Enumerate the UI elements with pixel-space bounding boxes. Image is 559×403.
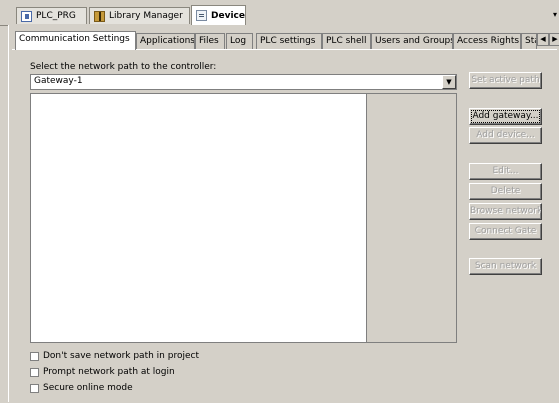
editor-tab-bar: PLC_PRG Library Manager Device ▾	[0, 0, 559, 26]
checkbox-box[interactable]	[30, 367, 39, 377]
checkbox-box[interactable]	[30, 351, 39, 361]
tab-plc-settings[interactable]: PLC settings	[256, 33, 322, 49]
editor-tab-label: PLC_PRG	[36, 11, 76, 21]
tab-files[interactable]: Files	[195, 33, 225, 49]
checkbox-label: Prompt network path at login	[43, 367, 175, 377]
checkbox-label: Secure online mode	[43, 383, 133, 393]
library-icon	[94, 10, 105, 22]
tab-plc-shell[interactable]: PLC shell	[322, 33, 371, 49]
device-page-tabs: Communication Settings Applications File…	[10, 31, 559, 50]
dont-save-network-path-checkbox[interactable]: Don't save network path in project	[30, 351, 199, 361]
connect-gateway-button[interactable]: Connect Gate	[469, 223, 542, 240]
tab-applications[interactable]: Applications	[136, 33, 195, 49]
checkbox-box[interactable]	[30, 383, 39, 393]
editor-tab-library-manager[interactable]: Library Manager	[89, 7, 190, 24]
browse-network-button[interactable]: Browse network	[469, 203, 542, 220]
device-detail-pane	[367, 93, 457, 343]
delete-button[interactable]: Delete	[469, 183, 542, 200]
device-icon	[196, 10, 207, 21]
combo-dropdown-icon[interactable]: ▼	[442, 75, 456, 89]
add-device-button[interactable]: Add device...	[469, 127, 542, 144]
network-path-combo[interactable]: Gateway-1 ▼	[30, 74, 457, 90]
tab-communication-settings[interactable]: Communication Settings	[15, 31, 136, 50]
editor-tab-device[interactable]: Device	[191, 5, 246, 25]
network-path-value: Gateway-1	[34, 76, 83, 86]
secure-online-mode-checkbox[interactable]: Secure online mode	[30, 383, 133, 393]
set-active-path-button[interactable]: Set active path	[469, 72, 542, 89]
edit-button[interactable]: Edit...	[469, 163, 542, 180]
editor-tab-plc-prg[interactable]: PLC_PRG	[16, 7, 87, 24]
network-path-label: Select the network path to the controlle…	[30, 62, 217, 72]
checkbox-label: Don't save network path in project	[43, 351, 199, 361]
editor-tab-label: Library Manager	[109, 11, 183, 21]
network-tree-view[interactable]	[30, 93, 367, 343]
prompt-network-path-checkbox[interactable]: Prompt network path at login	[30, 367, 175, 377]
tab-status[interactable]: Sta	[521, 33, 537, 49]
program-icon	[21, 10, 32, 22]
tab-scroll-right-icon[interactable]: ▶	[549, 33, 559, 46]
add-gateway-button[interactable]: Add gateway...	[469, 108, 542, 125]
tab-log[interactable]: Log	[226, 33, 253, 49]
tab-users-and-groups[interactable]: Users and Groups	[371, 33, 453, 49]
tab-scroll-left-icon[interactable]: ◀	[537, 33, 549, 46]
scan-network-button[interactable]: Scan network	[469, 258, 542, 275]
tab-list-dropdown-icon[interactable]: ▾	[553, 10, 557, 19]
editor-tab-label: Device	[211, 10, 245, 21]
tab-access-rights[interactable]: Access Rights	[453, 33, 521, 49]
